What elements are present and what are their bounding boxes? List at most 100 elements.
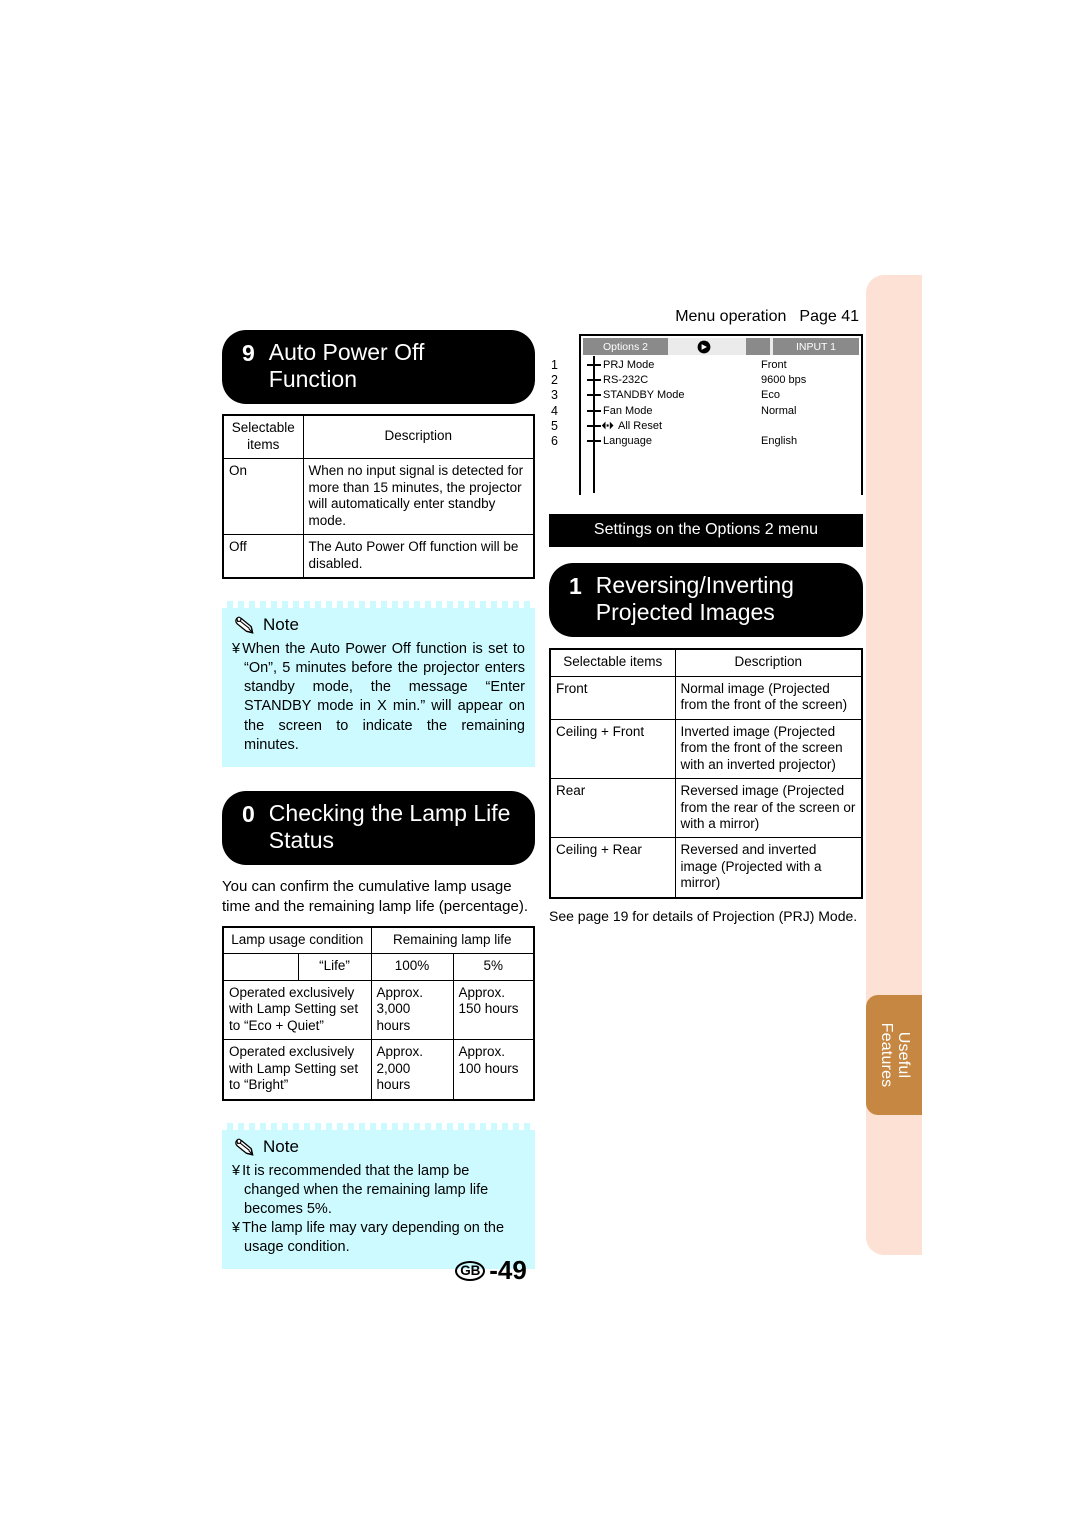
osd-all-reset-group: All Reset: [601, 419, 662, 434]
table-row: Front Normal image (Projected from the f…: [549, 675, 863, 720]
note-item-list: ¥ It is recommended that the lamp be chan…: [232, 1162, 525, 1258]
osd-item-label: Fan Mode: [603, 404, 653, 417]
prj-mode-footnote: See page 19 for details of Projection (P…: [549, 907, 858, 924]
section-title: Reversing/Inverting Projected Images: [595, 572, 794, 626]
prj-mode-table: Selectable items Description Front Norma…: [549, 648, 863, 899]
osd-input-indicator: INPUT 1: [773, 338, 859, 355]
osd-row-prj-mode[interactable]: PRJ Mode Front: [581, 358, 861, 373]
section-heading-reversing-inverting: 1 Reversing/Inverting Projected Images: [549, 563, 863, 638]
osd-tick: [587, 394, 601, 397]
note-title: Note: [234, 615, 525, 635]
osd-item-label: STANDBY Mode: [603, 389, 685, 402]
cell-description: When no input signal is detected for mor…: [302, 458, 535, 536]
table-header-row: Selectable items Description: [549, 648, 863, 677]
osd-tick: [587, 424, 601, 427]
side-tab-useful-features: Useful Features: [866, 995, 922, 1115]
col-header-100-percent: 100%: [370, 953, 454, 981]
double-arrow-icon: [601, 421, 614, 430]
pencil-icon: [235, 616, 254, 634]
section-title: Auto Power Off Function: [268, 339, 425, 393]
table-row: Off The Auto Power Off function will be …: [222, 534, 535, 579]
note-title-text: Note: [263, 615, 299, 634]
note-scalloped-edge: [222, 601, 535, 608]
document-page: Useful Features 9 Auto Power Off Functio…: [0, 0, 1080, 1528]
osd-row-rs232c[interactable]: RS-232C 9600 bps: [581, 373, 861, 388]
osd-tab-blank[interactable]: [746, 338, 770, 355]
osd-row-number: 2: [551, 373, 558, 388]
left-column: 9 Auto Power Off Function Selectable ite…: [222, 330, 535, 1270]
cell-item: On: [222, 458, 304, 536]
table-row: Ceiling + Front Inverted image (Projecte…: [549, 718, 863, 780]
osd-item-label: Language: [603, 434, 652, 447]
menu-operation-page: Page 41: [799, 308, 859, 325]
lamp-life-table: Lamp usage condition Remaining lamp life…: [222, 926, 535, 1101]
note-item-text: The lamp life may vary depending on the …: [242, 1220, 505, 1256]
side-tab-label: Useful Features: [878, 1022, 912, 1088]
auto-power-off-table: Selectable items Description On When no …: [222, 414, 535, 579]
note-box-lamp-life: Note ¥ It is recommended that the lamp be…: [222, 1122, 535, 1270]
osd-frame: Options 2 INPUT 1 PRJ Mode Front RS-232C…: [551, 334, 863, 495]
table-row: Rear Reversed image (Projected from the …: [549, 778, 863, 839]
lamp-life-intro-text: You can confirm the cumulative lamp usag…: [222, 878, 528, 915]
osd-row-numbers: 1 2 3 4 5 6: [551, 358, 581, 449]
osd-row-number: 5: [551, 418, 558, 433]
col-header-description: Description: [302, 414, 535, 460]
osd-tick: [587, 364, 601, 366]
cell-description: Normal image (Projected from the front o…: [674, 675, 863, 720]
right-column: Menu operation Page 41 Options 2 INPUT 1…: [549, 308, 863, 924]
osd-tick: [587, 409, 601, 412]
col-header-lamp-usage-condition: Lamp usage condition: [222, 926, 372, 955]
cell-description: Inverted image (Projected from the front…: [674, 718, 863, 780]
cell-item: Ceiling + Rear: [549, 837, 676, 899]
table-row: Operated exclusively with Lamp Setting s…: [222, 979, 535, 1041]
osd-item-label: PRJ Mode: [603, 359, 655, 371]
cell-life-100: Approx. 2,000 hours: [370, 1039, 454, 1101]
osd-tab-label: Options 2: [603, 340, 648, 353]
col-header-selectable-items: Selectable items: [222, 414, 304, 460]
note-list-item: ¥ The lamp life may vary depending on the…: [232, 1219, 525, 1257]
menu-operation-reference: Menu operation Page 41: [549, 308, 863, 326]
osd-row-all-reset[interactable]: All Reset: [581, 419, 861, 434]
cell-item: Ceiling + Front: [549, 718, 676, 780]
section-number: 0: [242, 800, 255, 827]
osd-item-label: RS-232C: [603, 374, 649, 387]
cell-description: Reversed image (Projected from the rear …: [674, 778, 863, 839]
note-title-text: Note: [263, 1136, 299, 1156]
note-title: Note: [234, 1137, 525, 1157]
table-row: Ceiling + Rear Reversed and inverted ima…: [549, 837, 863, 899]
note-bullet: ¥: [232, 1162, 241, 1179]
note-item-list: ¥ When the Auto Power Off function is set…: [232, 640, 525, 755]
osd-arrow-cell: [668, 338, 740, 355]
osd-row-fan-mode[interactable]: Fan Mode Normal: [581, 404, 861, 419]
banner-options2-settings: Settings on the Options 2 menu: [549, 514, 863, 547]
pencil-icon: [235, 1138, 254, 1156]
osd-row-language[interactable]: Language English: [581, 434, 861, 449]
cell-life-5: Approx. 150 hours: [452, 979, 535, 1041]
table-header-row-2: “Life” 100% 5%: [223, 953, 535, 981]
section-heading-lamp-life: 0 Checking the Lamp Life Status: [222, 790, 535, 865]
cell-usage-condition: Operated exclusively with Lamp Setting s…: [222, 1039, 372, 1101]
osd-row-number: 1: [551, 358, 558, 372]
osd-row-standby-mode[interactable]: STANDBY Mode Eco: [581, 388, 861, 403]
cell-life-100: Approx. 3,000 hours: [370, 979, 454, 1041]
section-number: 9: [242, 340, 255, 366]
col-header-5-percent: 5%: [452, 953, 535, 981]
cell-usage-condition: Operated exclusively with Lamp Setting s…: [222, 979, 372, 1041]
cell-item: Rear: [549, 778, 676, 839]
section-number: 1: [569, 573, 582, 599]
page-number-footer: GB -49: [0, 1255, 1080, 1286]
cell-blank: [223, 953, 299, 981]
table-header-row: Lamp usage condition Remaining lamp life: [222, 926, 535, 955]
osd-item-value: Eco: [761, 389, 780, 402]
table-row: Operated exclusively with Lamp Setting s…: [222, 1039, 535, 1101]
note-list-item: ¥ It is recommended that the lamp be chan…: [232, 1162, 525, 1219]
cell-description: The Auto Power Off function will be disa…: [302, 534, 535, 579]
note-box-auto-power-off: Note ¥ When the Auto Power Off function i…: [222, 601, 535, 767]
section-heading-auto-power-off: 9 Auto Power Off Function: [222, 330, 535, 405]
col-header-life: “Life”: [297, 953, 372, 981]
osd-row-number: 6: [551, 433, 558, 448]
section-title: Checking the Lamp Life Status: [268, 799, 511, 853]
table-row: On When no input signal is detected for …: [222, 458, 535, 536]
cell-life-5: Approx. 100 hours: [452, 1039, 535, 1101]
osd-tab-options2[interactable]: Options 2: [583, 338, 668, 355]
